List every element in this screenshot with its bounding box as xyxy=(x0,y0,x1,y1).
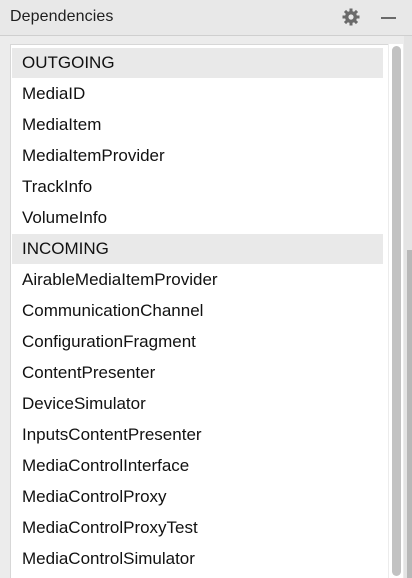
panel-title: Dependencies xyxy=(10,8,114,25)
list-item[interactable]: TrackInfo xyxy=(12,172,383,202)
list-item[interactable]: DeviceSimulator xyxy=(12,389,383,419)
list-item[interactable]: InputsContentPresenter xyxy=(12,420,383,450)
list-item[interactable]: MediaItem xyxy=(12,110,383,140)
list-item[interactable]: MediaControlProxyTest xyxy=(12,513,383,543)
minimize-bar xyxy=(381,17,396,19)
panel-header: Dependencies xyxy=(0,0,412,36)
list-item[interactable]: ConfigurationFragment xyxy=(12,327,383,357)
gear-icon[interactable] xyxy=(341,7,361,27)
scrollbar-thumb[interactable] xyxy=(392,46,401,576)
list-item[interactable]: VolumeInfo xyxy=(12,203,383,233)
dependencies-panel: Dependencies OUTGOING MediaID MediaItem … xyxy=(0,0,412,578)
list-item[interactable]: ContentPresenter xyxy=(12,358,383,388)
list-item[interactable]: MediaControlSimulator xyxy=(12,544,383,574)
section-header: INCOMING xyxy=(12,234,383,264)
list-item[interactable]: MediaControlProxy xyxy=(12,482,383,512)
list-item[interactable]: MediaItemProvider xyxy=(12,141,383,171)
minimize-icon[interactable] xyxy=(378,7,400,27)
dependency-list: OUTGOING MediaID MediaItem MediaItemProvide… xyxy=(10,44,388,578)
list-item[interactable]: MediaControlInterface xyxy=(12,451,383,481)
section-header: OUTGOING xyxy=(12,48,383,78)
panel-right-edge-shade xyxy=(407,250,412,578)
list-item[interactable]: CommunicationChannel xyxy=(12,296,383,326)
list-item[interactable]: AirableMediaItemProvider xyxy=(12,265,383,295)
list-item[interactable]: MediaID xyxy=(12,79,383,109)
